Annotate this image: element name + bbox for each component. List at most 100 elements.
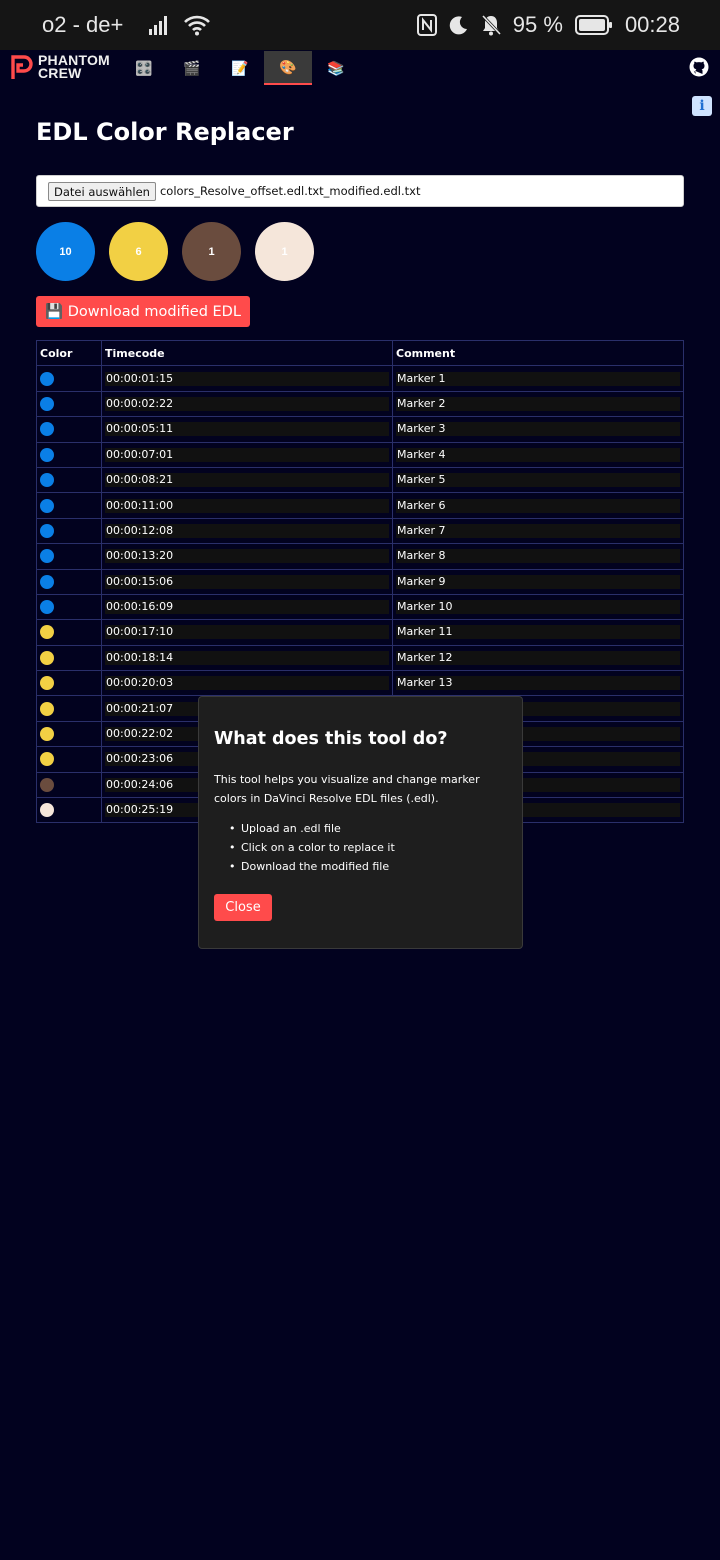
color-cell: [36, 543, 102, 570]
color-cell: [36, 466, 102, 494]
table-row: 00:00:18:14 Marker 12: [36, 644, 684, 672]
column-header-color: Color: [36, 339, 102, 367]
list-item: Download the modified file: [229, 857, 395, 876]
table-row: 00:00:01:15 Marker 1: [36, 365, 684, 392]
timecode-cell: 00:00:16:09: [101, 593, 393, 621]
color-dot: [40, 625, 54, 640]
timecode-cell: 00:00:12:08: [101, 517, 393, 545]
color-cell: [36, 517, 102, 545]
color-cell: [36, 797, 102, 824]
color-swatch-blue[interactable]: 10: [36, 222, 95, 281]
color-cell: [36, 619, 102, 646]
timecode-cell: 00:00:11:00: [101, 492, 393, 519]
signal-icon: [149, 15, 171, 35]
color-dot: [40, 574, 54, 589]
color-cell: [36, 390, 102, 418]
table-row: 00:00:20:03 Marker 13: [36, 670, 684, 697]
timecode-value: 00:00:07:01: [105, 447, 389, 462]
color-dot: [40, 701, 54, 716]
comment-cell: Marker 1: [392, 365, 684, 392]
table-row: 00:00:16:09 Marker 10: [36, 593, 684, 621]
comment-value: Marker 1: [396, 371, 680, 386]
comment-value: Marker 4: [396, 447, 680, 462]
nfc-icon: [416, 14, 437, 36]
timecode-cell: 00:00:15:06: [101, 568, 393, 595]
modal-steps: Upload an .edl file Click on a color to …: [229, 819, 395, 876]
table-row: 00:00:05:11 Marker 3: [36, 416, 684, 443]
phantom-crew-logo[interactable]: PHANTOM CREW: [10, 53, 110, 81]
color-dot: [40, 777, 54, 792]
color-dot: [40, 549, 54, 564]
tab-controls[interactable]: 🎛️: [120, 51, 168, 85]
comment-cell: Marker 8: [392, 543, 684, 570]
color-dot: [40, 473, 54, 488]
battery-percent: 95 %: [512, 12, 563, 37]
swatch-count: 6: [135, 245, 142, 258]
comment-cell: Marker 7: [392, 517, 684, 545]
table-row: 00:00:02:22 Marker 2: [36, 390, 684, 418]
bell-muted-icon: [481, 14, 501, 36]
comment-value: Marker 10: [396, 600, 680, 615]
comment-cell: Marker 13: [392, 670, 684, 697]
comment-cell: Marker 3: [392, 416, 684, 443]
table-row: 00:00:08:21 Marker 5: [36, 466, 684, 494]
list-item: Click on a color to replace it: [229, 838, 395, 857]
color-cell: [36, 720, 102, 748]
close-button[interactable]: Close: [214, 894, 272, 921]
tab-books[interactable]: 📚: [312, 51, 360, 85]
info-icon[interactable]: i: [692, 96, 712, 116]
help-modal: What does this tool do? This tool helps …: [198, 696, 523, 949]
color-dot: [40, 752, 54, 767]
table-row: 00:00:15:06 Marker 9: [36, 568, 684, 595]
modal-title: What does this tool do?: [214, 729, 448, 749]
timecode-value: 00:00:15:06: [105, 574, 389, 589]
timecode-value: 00:00:13:20: [105, 549, 389, 564]
table-row: 00:00:17:10 Marker 11: [36, 619, 684, 646]
comment-value: Marker 12: [396, 650, 680, 665]
color-dot: [40, 498, 54, 513]
comment-value: Marker 2: [396, 396, 680, 411]
tab-notes[interactable]: 📝: [216, 51, 264, 85]
comment-cell: Marker 11: [392, 619, 684, 646]
timecode-cell: 00:00:07:01: [101, 441, 393, 468]
download-edl-button[interactable]: 💾 Download modified EDL: [36, 296, 250, 327]
comment-cell: Marker 5: [392, 466, 684, 494]
color-dot: [40, 447, 54, 462]
wifi-icon: [183, 14, 211, 36]
tab-palette[interactable]: 🎨: [264, 51, 312, 85]
color-cell: [36, 492, 102, 519]
comment-value: Marker 3: [396, 422, 680, 437]
file-upload-field[interactable]: Datei auswählen colors_Resolve_offset.ed…: [36, 175, 684, 207]
color-swatch-yellow[interactable]: 6: [109, 222, 168, 281]
comment-cell: Marker 2: [392, 390, 684, 418]
color-dot: [40, 396, 54, 411]
github-icon[interactable]: [689, 57, 709, 82]
color-cell: [36, 746, 102, 773]
carrier-label: o2 - de+: [42, 12, 124, 37]
choose-file-button[interactable]: Datei auswählen: [48, 181, 156, 201]
color-dot: [40, 422, 54, 437]
timecode-value: 00:00:08:21: [105, 473, 389, 488]
tab-clapper[interactable]: 🎬: [168, 51, 216, 85]
color-dot: [40, 650, 54, 665]
color-cell: [36, 568, 102, 595]
color-swatch-brown[interactable]: 1: [182, 222, 241, 281]
comment-cell: Marker 10: [392, 593, 684, 621]
comment-cell: Marker 9: [392, 568, 684, 595]
list-item: Upload an .edl file: [229, 819, 395, 838]
timecode-cell: 00:00:02:22: [101, 390, 393, 418]
memo-icon: 📝: [231, 59, 249, 76]
color-cell: [36, 644, 102, 672]
table-row: 00:00:13:20 Marker 8: [36, 543, 684, 570]
column-header-comment: Comment: [392, 339, 684, 367]
color-swatch-cream[interactable]: 1: [255, 222, 314, 281]
logo-line-2: CREW: [38, 65, 82, 81]
status-bar: o2 - de+ 95 % 00:28: [0, 0, 720, 50]
comment-value: Marker 13: [396, 676, 680, 691]
swatch-count: 1: [208, 245, 215, 258]
selected-file-name: colors_Resolve_offset.edl.txt_modified.e…: [159, 184, 421, 198]
timecode-value: 00:00:20:03: [105, 676, 389, 691]
color-dot: [40, 523, 54, 538]
timecode-cell: 00:00:17:10: [101, 619, 393, 646]
timecode-value: 00:00:11:00: [105, 498, 389, 513]
